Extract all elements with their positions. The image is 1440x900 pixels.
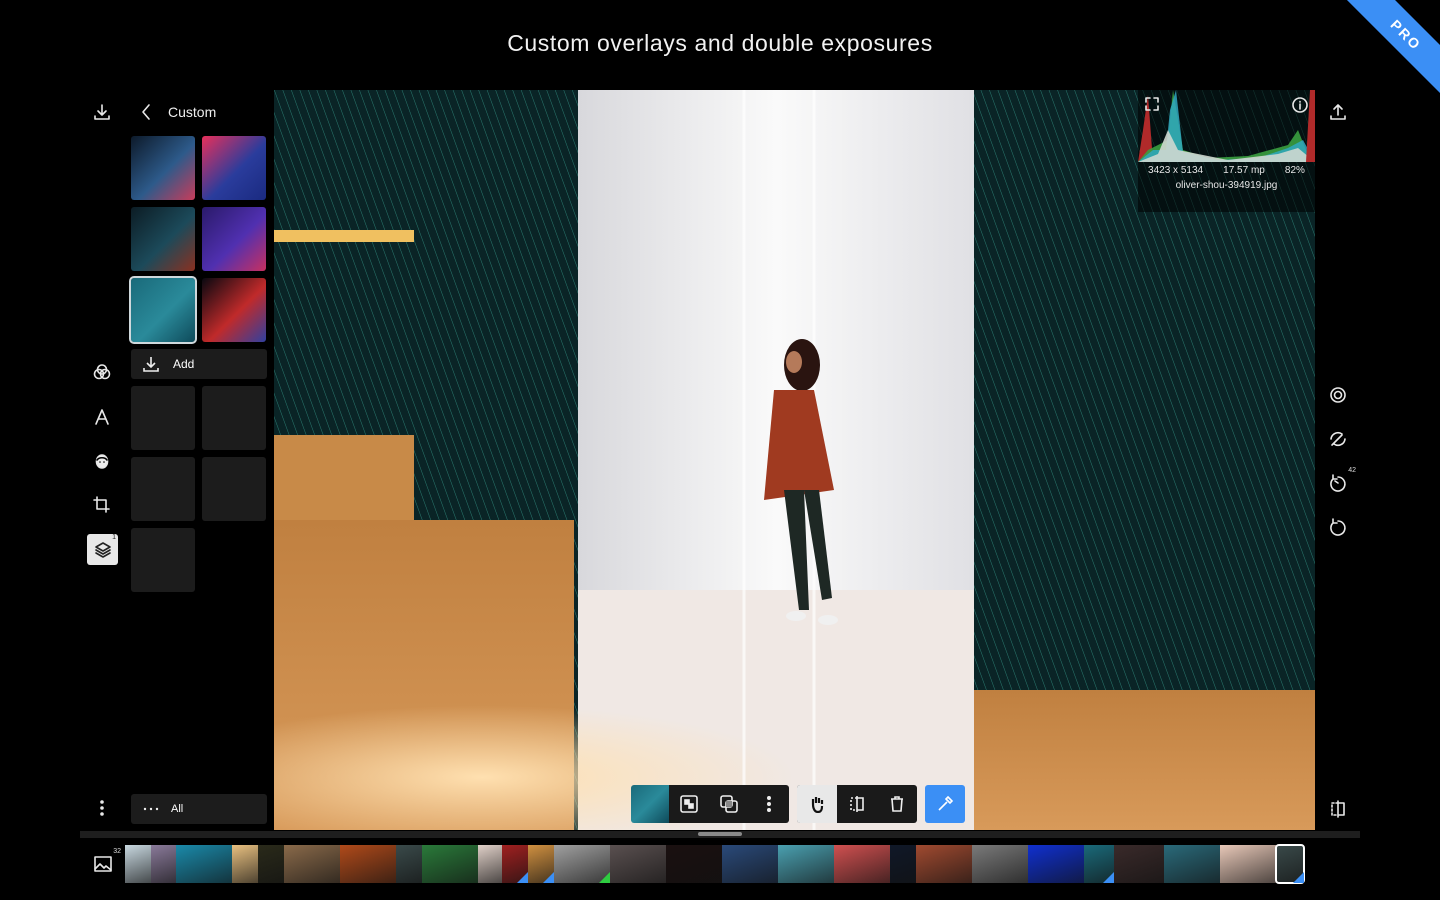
active-overlay-thumbnail[interactable] bbox=[631, 785, 669, 823]
overlay-panel-header: Custom bbox=[138, 100, 216, 124]
export-icon[interactable] bbox=[1326, 100, 1350, 124]
download-icon[interactable] bbox=[90, 100, 114, 124]
ellipsis-icon bbox=[143, 807, 159, 811]
all-overlays-button[interactable]: All bbox=[131, 794, 267, 824]
page-title: Custom overlays and double exposures bbox=[507, 30, 933, 56]
download-icon bbox=[143, 357, 159, 372]
delete-button[interactable] bbox=[877, 785, 917, 823]
overlay-thumbnail-dark-window-city[interactable] bbox=[131, 207, 195, 271]
filmstrip-photo[interactable] bbox=[1164, 845, 1220, 883]
opacity-button[interactable] bbox=[669, 785, 709, 823]
filmstrip-photo[interactable] bbox=[916, 845, 972, 883]
add-overlay-button[interactable]: Add bbox=[131, 349, 267, 379]
checker-opacity-icon bbox=[680, 795, 698, 813]
filmstrip bbox=[125, 844, 1305, 884]
empty-overlay-slot[interactable] bbox=[131, 386, 195, 450]
filmstrip-photo[interactable] bbox=[1084, 845, 1114, 883]
overlay-thumbnail-teal-texture[interactable] bbox=[129, 276, 197, 344]
compare-icon[interactable] bbox=[1326, 797, 1350, 821]
flip-button[interactable] bbox=[837, 785, 877, 823]
empty-overlay-slot[interactable] bbox=[202, 386, 266, 450]
filmstrip-photo[interactable] bbox=[396, 845, 422, 883]
edited-marker bbox=[1293, 872, 1304, 883]
gallery-count: 32 bbox=[113, 848, 121, 855]
edited-marker bbox=[1103, 872, 1114, 883]
filmstrip-photo[interactable] bbox=[502, 845, 528, 883]
hand-pan-icon bbox=[811, 797, 824, 813]
filmstrip-photo[interactable] bbox=[1114, 845, 1164, 883]
overlay-thumbnail-portrait-blue-red[interactable] bbox=[202, 136, 266, 200]
expand-icon[interactable] bbox=[1142, 94, 1162, 114]
hand-pan-button[interactable] bbox=[797, 785, 837, 823]
overlay-toolbar bbox=[631, 785, 965, 823]
image-filename: oliver-shou-394919.jpg bbox=[1175, 180, 1278, 191]
add-label: Add bbox=[173, 357, 195, 371]
history-count: 42 bbox=[1348, 467, 1356, 474]
filmstrip-photo[interactable] bbox=[834, 845, 890, 883]
empty-overlay-slot[interactable] bbox=[131, 528, 195, 592]
trash-icon bbox=[891, 796, 903, 812]
filmstrip-photo[interactable] bbox=[125, 845, 151, 883]
crop-icon[interactable] bbox=[90, 493, 114, 517]
more-icon[interactable] bbox=[90, 796, 114, 820]
filmstrip-photo[interactable] bbox=[258, 845, 284, 883]
layers-count-badge: 1 bbox=[112, 534, 116, 541]
histogram bbox=[1138, 90, 1315, 162]
filmstrip-photo[interactable] bbox=[284, 845, 340, 883]
filmstrip-photo[interactable] bbox=[151, 845, 176, 883]
filmstrip-photo[interactable] bbox=[1220, 845, 1276, 883]
overlay-thumbnail-red-light-streaks[interactable] bbox=[202, 278, 266, 342]
filmstrip-photo[interactable] bbox=[232, 845, 258, 883]
filmstrip-photo[interactable] bbox=[422, 845, 478, 883]
layers-button[interactable]: 1 bbox=[87, 534, 118, 565]
edited-marker bbox=[543, 872, 554, 883]
image-megapixels: 17.57 mp bbox=[1223, 165, 1265, 176]
all-label: All bbox=[171, 803, 184, 815]
more-options-button[interactable] bbox=[749, 785, 789, 823]
history-icon[interactable]: 42 bbox=[1326, 467, 1356, 495]
info-icon[interactable] bbox=[1290, 95, 1310, 115]
filmstrip-photo[interactable] bbox=[890, 845, 916, 883]
filmstrip-scrollbar[interactable] bbox=[80, 831, 1360, 838]
edited-marker bbox=[517, 872, 528, 883]
filmstrip-photo[interactable] bbox=[666, 845, 722, 883]
gallery-icon[interactable]: 32 bbox=[91, 848, 121, 876]
filters-icon[interactable] bbox=[90, 360, 114, 384]
filmstrip-photo[interactable] bbox=[340, 845, 396, 883]
overlay-thumbnail-city-night-street[interactable] bbox=[131, 136, 195, 200]
filmstrip-photo[interactable] bbox=[778, 845, 834, 883]
filmstrip-photo[interactable] bbox=[1028, 845, 1084, 883]
filmstrip-photo[interactable] bbox=[554, 845, 610, 883]
overlay-thumbnail-neon-alley[interactable] bbox=[202, 207, 266, 271]
back-chevron-icon[interactable] bbox=[138, 100, 154, 124]
filmstrip-photo[interactable] bbox=[478, 845, 502, 883]
filmstrip-photo[interactable] bbox=[972, 845, 1028, 883]
filmstrip-photo[interactable] bbox=[176, 845, 232, 883]
filmstrip-photo[interactable] bbox=[1275, 844, 1305, 884]
text-icon[interactable] bbox=[90, 405, 114, 429]
eyedropper-button[interactable] bbox=[925, 785, 965, 823]
empty-overlay-slot[interactable] bbox=[131, 457, 195, 521]
edited-marker bbox=[599, 872, 610, 883]
filmstrip-photo[interactable] bbox=[610, 845, 666, 883]
filmstrip-photo[interactable] bbox=[528, 845, 554, 883]
flip-icon bbox=[850, 796, 864, 812]
eyedropper-icon bbox=[938, 795, 954, 811]
image-dimensions: 3423 x 5134 bbox=[1148, 165, 1204, 176]
blend-mode-button[interactable] bbox=[709, 785, 749, 823]
face-icon[interactable] bbox=[90, 449, 114, 473]
healing-icon[interactable] bbox=[1326, 383, 1350, 407]
scrollbar-handle[interactable] bbox=[698, 832, 742, 836]
panel-title: Custom bbox=[168, 104, 217, 120]
reset-icon[interactable] bbox=[1326, 515, 1350, 539]
blend-mode-icon bbox=[720, 795, 738, 813]
image-zoom: 82% bbox=[1284, 165, 1305, 176]
histogram-panel: 3423 x 5134 17.57 mp 82% oliver-shou-394… bbox=[1138, 90, 1315, 212]
erase-brush-icon[interactable] bbox=[1326, 427, 1350, 451]
filmstrip-photo[interactable] bbox=[722, 845, 778, 883]
more-options-icon bbox=[766, 795, 772, 813]
empty-overlay-slot[interactable] bbox=[202, 457, 266, 521]
